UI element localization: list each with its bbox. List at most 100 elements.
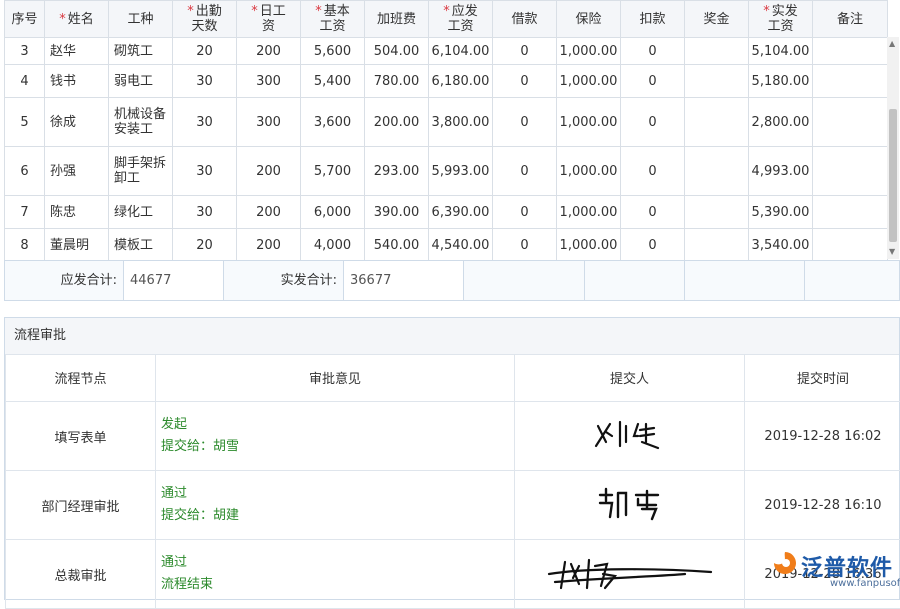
cell-days[interactable]: 20 [173, 229, 237, 262]
header-cell[interactable]: *实发工资 [749, 1, 813, 38]
cell-bonus[interactable] [685, 229, 749, 262]
scroll-thumb[interactable] [889, 109, 897, 242]
cell-bonus[interactable] [685, 38, 749, 65]
cell-loan[interactable]: 0 [493, 229, 557, 262]
cell-payable[interactable]: 6,180.00 [429, 65, 493, 98]
cell-payable[interactable]: 6,104.00 [429, 38, 493, 65]
cell-bonus[interactable] [685, 98, 749, 147]
cell-name[interactable]: 董晨明 [45, 229, 109, 262]
cell-no[interactable]: 7 [5, 196, 45, 229]
cell-no[interactable]: 5 [5, 98, 45, 147]
cell-base[interactable]: 5,600 [301, 38, 365, 65]
header-cell[interactable]: 奖金 [685, 1, 749, 38]
cell-payable[interactable]: 4,540.00 [429, 229, 493, 262]
cell-actual[interactable]: 5,104.00 [749, 38, 813, 65]
header-cell[interactable]: *姓名 [45, 1, 109, 38]
cell-deduct[interactable]: 0 [621, 147, 685, 196]
cell-loan[interactable]: 0 [493, 65, 557, 98]
header-cell[interactable]: 工种 [109, 1, 173, 38]
cell-name[interactable]: 钱书 [45, 65, 109, 98]
cell-deduct[interactable]: 0 [621, 229, 685, 262]
scroll-up-icon[interactable]: ▲ [889, 40, 895, 48]
cell-days[interactable]: 30 [173, 147, 237, 196]
cell-name[interactable]: 徐成 [45, 98, 109, 147]
cell-type[interactable]: 绿化工 [109, 196, 173, 229]
cell-no[interactable]: 4 [5, 65, 45, 98]
header-cell[interactable]: 扣款 [621, 1, 685, 38]
vertical-scrollbar[interactable]: ▲ ▼ [887, 37, 899, 259]
cell-bonus[interactable] [685, 196, 749, 229]
cell-remark[interactable] [813, 65, 888, 98]
cell-overtime[interactable]: 200.00 [365, 98, 429, 147]
scroll-down-icon[interactable]: ▼ [889, 248, 895, 256]
cell-remark[interactable] [813, 98, 888, 147]
actual-total-field[interactable]: 36677 [344, 261, 464, 300]
cell-overtime[interactable]: 780.00 [365, 65, 429, 98]
cell-bonus[interactable] [685, 147, 749, 196]
cell-no[interactable]: 8 [5, 229, 45, 262]
cell-base[interactable]: 5,700 [301, 147, 365, 196]
cell-loan[interactable]: 0 [493, 147, 557, 196]
header-cell[interactable]: 加班费 [365, 1, 429, 38]
cell-days[interactable]: 30 [173, 65, 237, 98]
cell-no[interactable]: 6 [5, 147, 45, 196]
cell-payable[interactable]: 6,390.00 [429, 196, 493, 229]
cell-base[interactable]: 6,000 [301, 196, 365, 229]
cell-type[interactable]: 脚手架拆卸工 [109, 147, 173, 196]
cell-name[interactable]: 孙强 [45, 147, 109, 196]
cell-loan[interactable]: 0 [493, 38, 557, 65]
cell-remark[interactable] [813, 229, 888, 262]
cell-overtime[interactable]: 504.00 [365, 38, 429, 65]
header-cell[interactable]: 序号 [5, 1, 45, 38]
cell-insurance[interactable]: 1,000.00 [557, 196, 621, 229]
cell-name[interactable]: 陈忠 [45, 196, 109, 229]
cell-deduct[interactable]: 0 [621, 98, 685, 147]
cell-insurance[interactable]: 1,000.00 [557, 38, 621, 65]
cell-payable[interactable]: 5,993.00 [429, 147, 493, 196]
cell-actual[interactable]: 2,800.00 [749, 98, 813, 147]
cell-daily[interactable]: 200 [237, 196, 301, 229]
cell-loan[interactable]: 0 [493, 196, 557, 229]
cell-overtime[interactable]: 293.00 [365, 147, 429, 196]
cell-type[interactable]: 机械设备安装工 [109, 98, 173, 147]
cell-days[interactable]: 30 [173, 196, 237, 229]
cell-base[interactable]: 3,600 [301, 98, 365, 147]
table-row[interactable]: 4钱书弱电工303005,400780.006,180.0001,000.000… [5, 65, 888, 98]
cell-type[interactable]: 模板工 [109, 229, 173, 262]
cell-base[interactable]: 4,000 [301, 229, 365, 262]
cell-insurance[interactable]: 1,000.00 [557, 65, 621, 98]
cell-insurance[interactable]: 1,000.00 [557, 98, 621, 147]
cell-no[interactable]: 3 [5, 38, 45, 65]
cell-days[interactable]: 20 [173, 38, 237, 65]
cell-overtime[interactable]: 390.00 [365, 196, 429, 229]
cell-actual[interactable]: 3,540.00 [749, 229, 813, 262]
cell-actual[interactable]: 5,180.00 [749, 65, 813, 98]
cell-loan[interactable]: 0 [493, 98, 557, 147]
cell-remark[interactable] [813, 196, 888, 229]
cell-deduct[interactable]: 0 [621, 65, 685, 98]
header-cell[interactable]: *基本工资 [301, 1, 365, 38]
cell-daily[interactable]: 300 [237, 98, 301, 147]
header-cell[interactable]: *出勤天数 [173, 1, 237, 38]
cell-deduct[interactable]: 0 [621, 196, 685, 229]
cell-deduct[interactable]: 0 [621, 38, 685, 65]
cell-actual[interactable]: 4,993.00 [749, 147, 813, 196]
table-row[interactable]: 8董晨明模板工202004,000540.004,540.0001,000.00… [5, 229, 888, 262]
cell-name[interactable]: 赵华 [45, 38, 109, 65]
cell-base[interactable]: 5,400 [301, 65, 365, 98]
header-cell[interactable]: 保险 [557, 1, 621, 38]
cell-type[interactable]: 砌筑工 [109, 38, 173, 65]
cell-daily[interactable]: 200 [237, 147, 301, 196]
cell-remark[interactable] [813, 147, 888, 196]
cell-payable[interactable]: 3,800.00 [429, 98, 493, 147]
cell-type[interactable]: 弱电工 [109, 65, 173, 98]
cell-overtime[interactable]: 540.00 [365, 229, 429, 262]
table-row[interactable]: 5徐成机械设备安装工303003,600200.003,800.0001,000… [5, 98, 888, 147]
table-row[interactable]: 3赵华砌筑工202005,600504.006,104.0001,000.000… [5, 38, 888, 65]
header-cell[interactable]: *应发工资 [429, 1, 493, 38]
header-cell[interactable]: 借款 [493, 1, 557, 38]
table-row[interactable]: 6孙强脚手架拆卸工302005,700293.005,993.0001,000.… [5, 147, 888, 196]
cell-insurance[interactable]: 1,000.00 [557, 229, 621, 262]
cell-remark[interactable] [813, 38, 888, 65]
cell-daily[interactable]: 300 [237, 65, 301, 98]
